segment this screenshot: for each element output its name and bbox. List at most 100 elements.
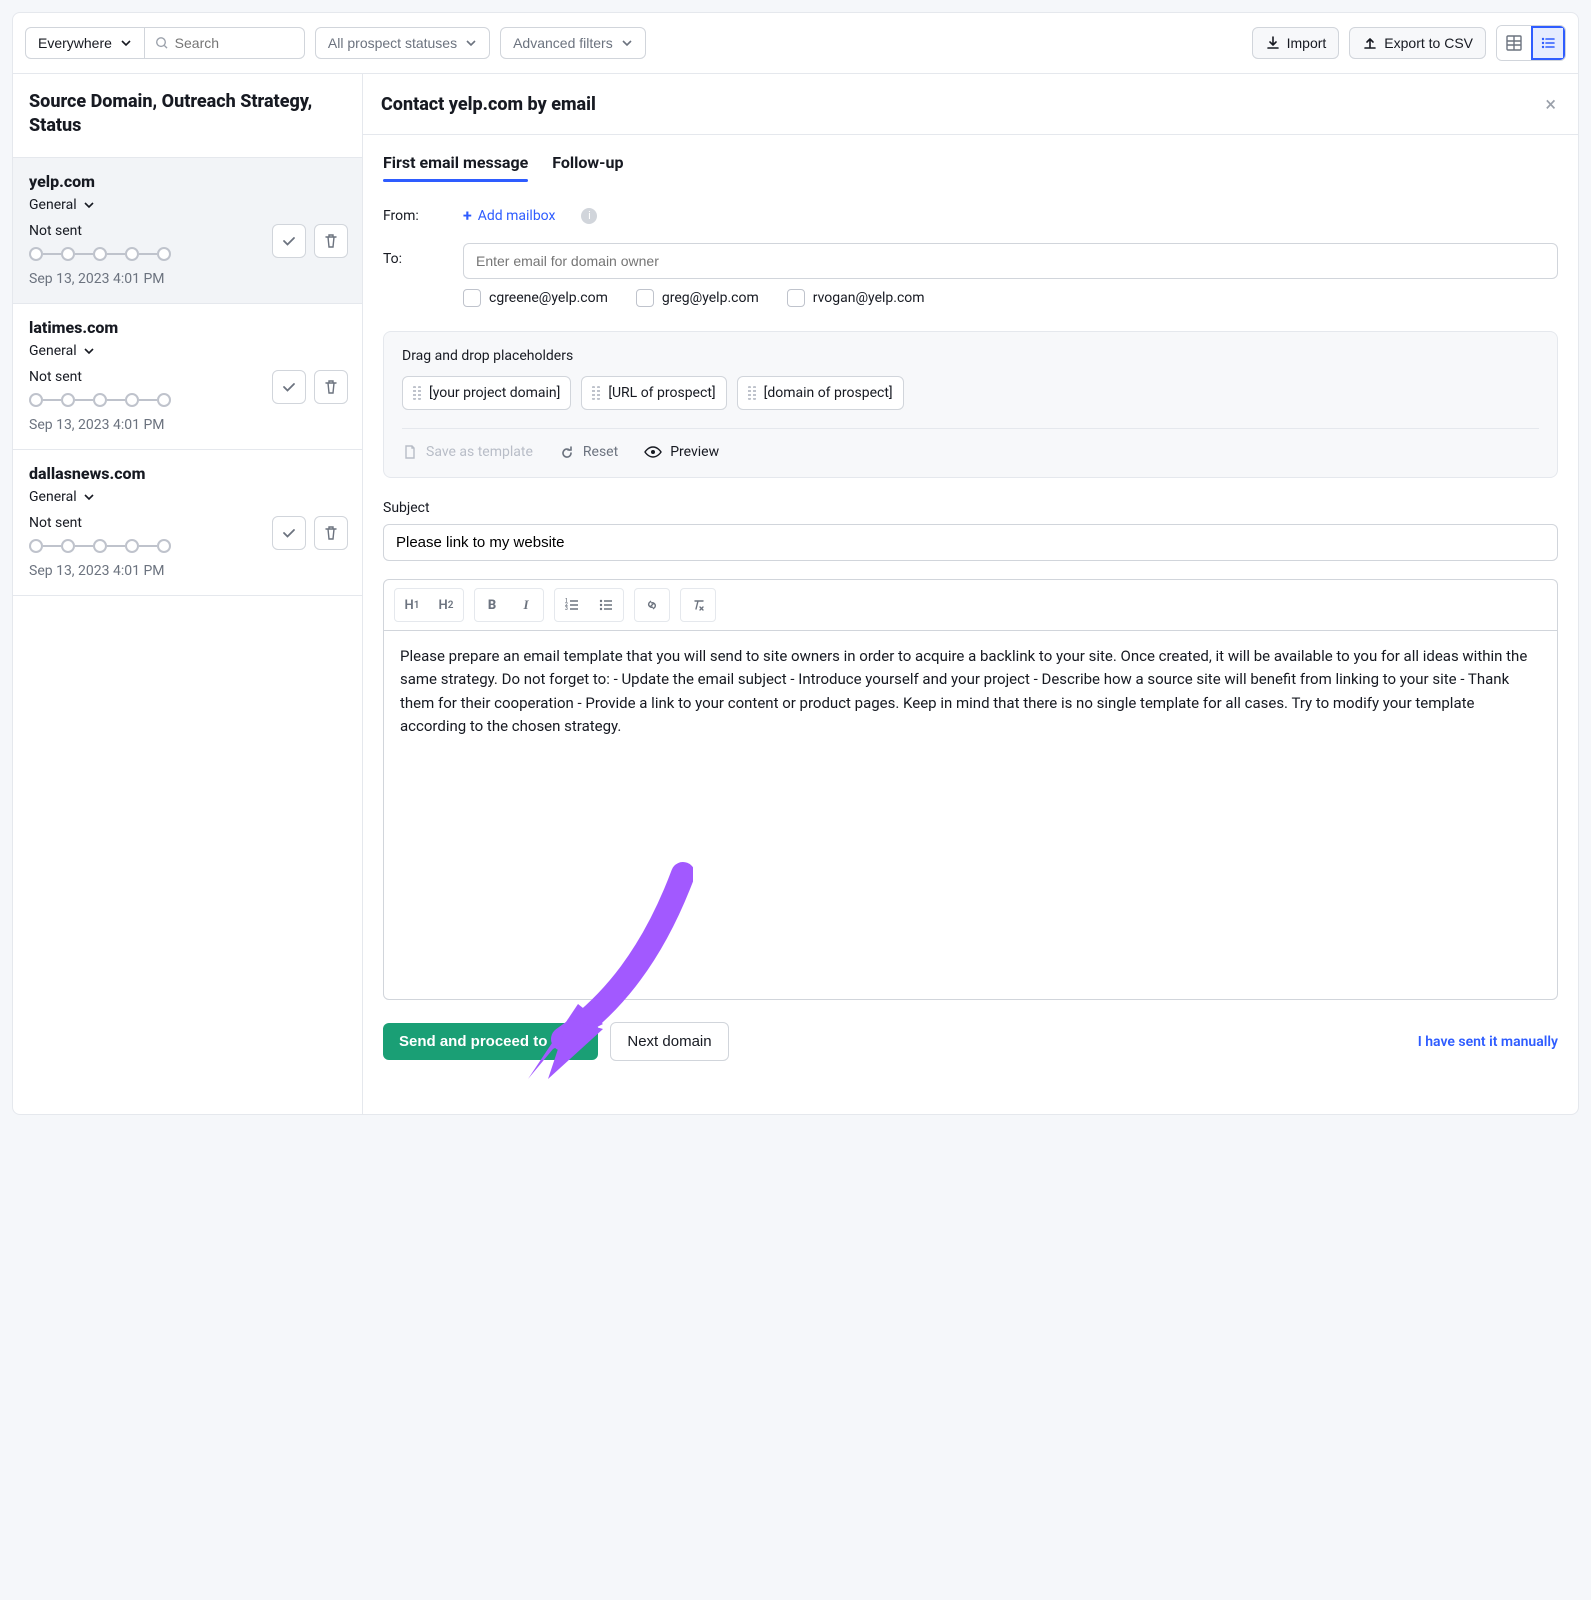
heading1-button[interactable]: H1 — [397, 591, 427, 619]
view-toggle — [1496, 25, 1566, 61]
reset-button[interactable]: Reset — [559, 444, 618, 460]
close-button[interactable]: × — [1541, 88, 1560, 120]
email-checkbox[interactable]: cgreene@yelp.com — [463, 289, 608, 307]
preview-button[interactable]: Preview — [644, 443, 719, 461]
mark-done-button[interactable] — [272, 224, 306, 258]
plus-icon: + — [463, 206, 472, 225]
drag-handle-icon — [592, 386, 600, 400]
to-label: To: — [383, 243, 443, 267]
chevron-down-icon — [465, 37, 477, 49]
bullet-list-icon — [598, 597, 614, 613]
chevron-down-icon — [83, 491, 95, 503]
svg-text:3: 3 — [565, 606, 568, 612]
check-icon — [281, 379, 297, 395]
placeholder-chip[interactable]: [your project domain] — [402, 376, 571, 410]
email-tabs: First email message Follow-up — [383, 153, 1558, 182]
prospect-date: Sep 13, 2023 4:01 PM — [29, 417, 346, 433]
bullet-list-button[interactable] — [591, 591, 621, 619]
trash-icon — [323, 379, 339, 395]
drag-handle-icon — [748, 386, 756, 400]
clear-format-button[interactable] — [683, 591, 713, 619]
import-button[interactable]: Import — [1252, 27, 1340, 59]
editor-toolbar: H1 H2 B I 123 — [383, 579, 1558, 630]
from-label: From: — [383, 208, 443, 224]
subject-input[interactable] — [383, 524, 1558, 561]
prospect-domain: dallasnews.com — [29, 464, 346, 483]
mark-done-button[interactable] — [272, 516, 306, 550]
add-mailbox-link[interactable]: + Add mailbox — [463, 206, 555, 225]
prospect-date: Sep 13, 2023 4:01 PM — [29, 563, 346, 579]
editor-body[interactable]: Please prepare an email template that yo… — [383, 630, 1558, 1000]
search-icon — [155, 35, 169, 51]
trash-icon — [323, 233, 339, 249]
search-group: Everywhere — [25, 27, 305, 59]
italic-button[interactable]: I — [511, 591, 541, 619]
from-row: From: + Add mailbox i — [383, 206, 1558, 225]
delete-button[interactable] — [314, 224, 348, 258]
heading2-button[interactable]: H2 — [431, 591, 461, 619]
list-icon — [1539, 34, 1557, 52]
search-input-wrap[interactable] — [145, 27, 305, 59]
scope-dropdown[interactable]: Everywhere — [25, 27, 145, 59]
bold-button[interactable]: B — [477, 591, 507, 619]
export-button[interactable]: Export to CSV — [1349, 27, 1486, 59]
file-icon — [402, 444, 418, 460]
delete-button[interactable] — [314, 370, 348, 404]
content-pane: Contact yelp.com by email × First email … — [363, 74, 1578, 1114]
status-filter-dropdown[interactable]: All prospect statuses — [315, 27, 490, 59]
info-icon[interactable]: i — [581, 208, 597, 224]
content-body: First email message Follow-up From: + Ad… — [363, 135, 1578, 1114]
delete-button[interactable] — [314, 516, 348, 550]
prospect-strategy-dropdown[interactable]: General — [29, 489, 346, 505]
ordered-list-button[interactable]: 123 — [557, 591, 587, 619]
view-table-button[interactable] — [1497, 26, 1531, 60]
check-icon — [281, 233, 297, 249]
table-icon — [1505, 34, 1523, 52]
prospect-date: Sep 13, 2023 4:01 PM — [29, 271, 346, 287]
view-list-button[interactable] — [1531, 26, 1565, 60]
placeholder-chip[interactable]: [URL of prospect] — [581, 376, 726, 410]
download-icon — [1265, 35, 1281, 51]
placeholders-box: Drag and drop placeholders [your project… — [383, 331, 1558, 478]
mark-done-button[interactable] — [272, 370, 306, 404]
sidebar-header: Source Domain, Outreach Strategy, Status — [13, 74, 362, 158]
email-checkbox[interactable]: rvogan@yelp.com — [787, 289, 925, 307]
content-header: Contact yelp.com by email × — [363, 74, 1578, 135]
sent-manually-link[interactable]: I have sent it manually — [1418, 1034, 1558, 1050]
app-window: Everywhere All prospect statuses Advance… — [12, 12, 1579, 1115]
placeholders-title: Drag and drop placeholders — [402, 348, 1539, 364]
prospect-domain: latimes.com — [29, 318, 346, 337]
advanced-filters-dropdown[interactable]: Advanced filters — [500, 27, 646, 59]
reset-icon — [559, 444, 575, 460]
tab-followup[interactable]: Follow-up — [552, 153, 623, 182]
link-icon — [644, 597, 660, 613]
prospect-item[interactable]: latimes.com General Not sent Sep 13, 202… — [13, 304, 362, 450]
next-domain-button[interactable]: Next domain — [610, 1022, 728, 1061]
tab-first-email[interactable]: First email message — [383, 153, 528, 182]
check-icon — [281, 525, 297, 541]
chevron-down-icon — [120, 37, 132, 49]
email-checkbox[interactable]: greg@yelp.com — [636, 289, 759, 307]
prospect-item[interactable]: dallasnews.com General Not sent Sep 13, … — [13, 450, 362, 596]
send-proceed-button[interactable]: Send and proceed to next — [383, 1023, 598, 1060]
content-title: Contact yelp.com by email — [381, 94, 1541, 115]
chevron-down-icon — [621, 37, 633, 49]
upload-icon — [1362, 35, 1378, 51]
trash-icon — [323, 525, 339, 541]
prospect-item[interactable]: yelp.com General Not sent Sep 13, 2023 4… — [13, 158, 362, 304]
placeholder-chip[interactable]: [domain of prospect] — [737, 376, 904, 410]
prospect-strategy-dropdown[interactable]: General — [29, 197, 346, 213]
numbered-list-icon: 123 — [564, 597, 580, 613]
save-template-button[interactable]: Save as template — [402, 444, 533, 460]
link-button[interactable] — [637, 591, 667, 619]
top-toolbar: Everywhere All prospect statuses Advance… — [13, 13, 1578, 74]
to-input[interactable] — [463, 243, 1558, 279]
subject-label: Subject — [383, 500, 1558, 516]
search-input[interactable] — [175, 35, 294, 51]
import-label: Import — [1287, 35, 1327, 51]
scope-label: Everywhere — [38, 35, 112, 51]
status-filter-label: All prospect statuses — [328, 35, 457, 51]
prospect-strategy-dropdown[interactable]: General — [29, 343, 346, 359]
sidebar: Source Domain, Outreach Strategy, Status… — [13, 74, 363, 1114]
drag-handle-icon — [413, 386, 421, 400]
